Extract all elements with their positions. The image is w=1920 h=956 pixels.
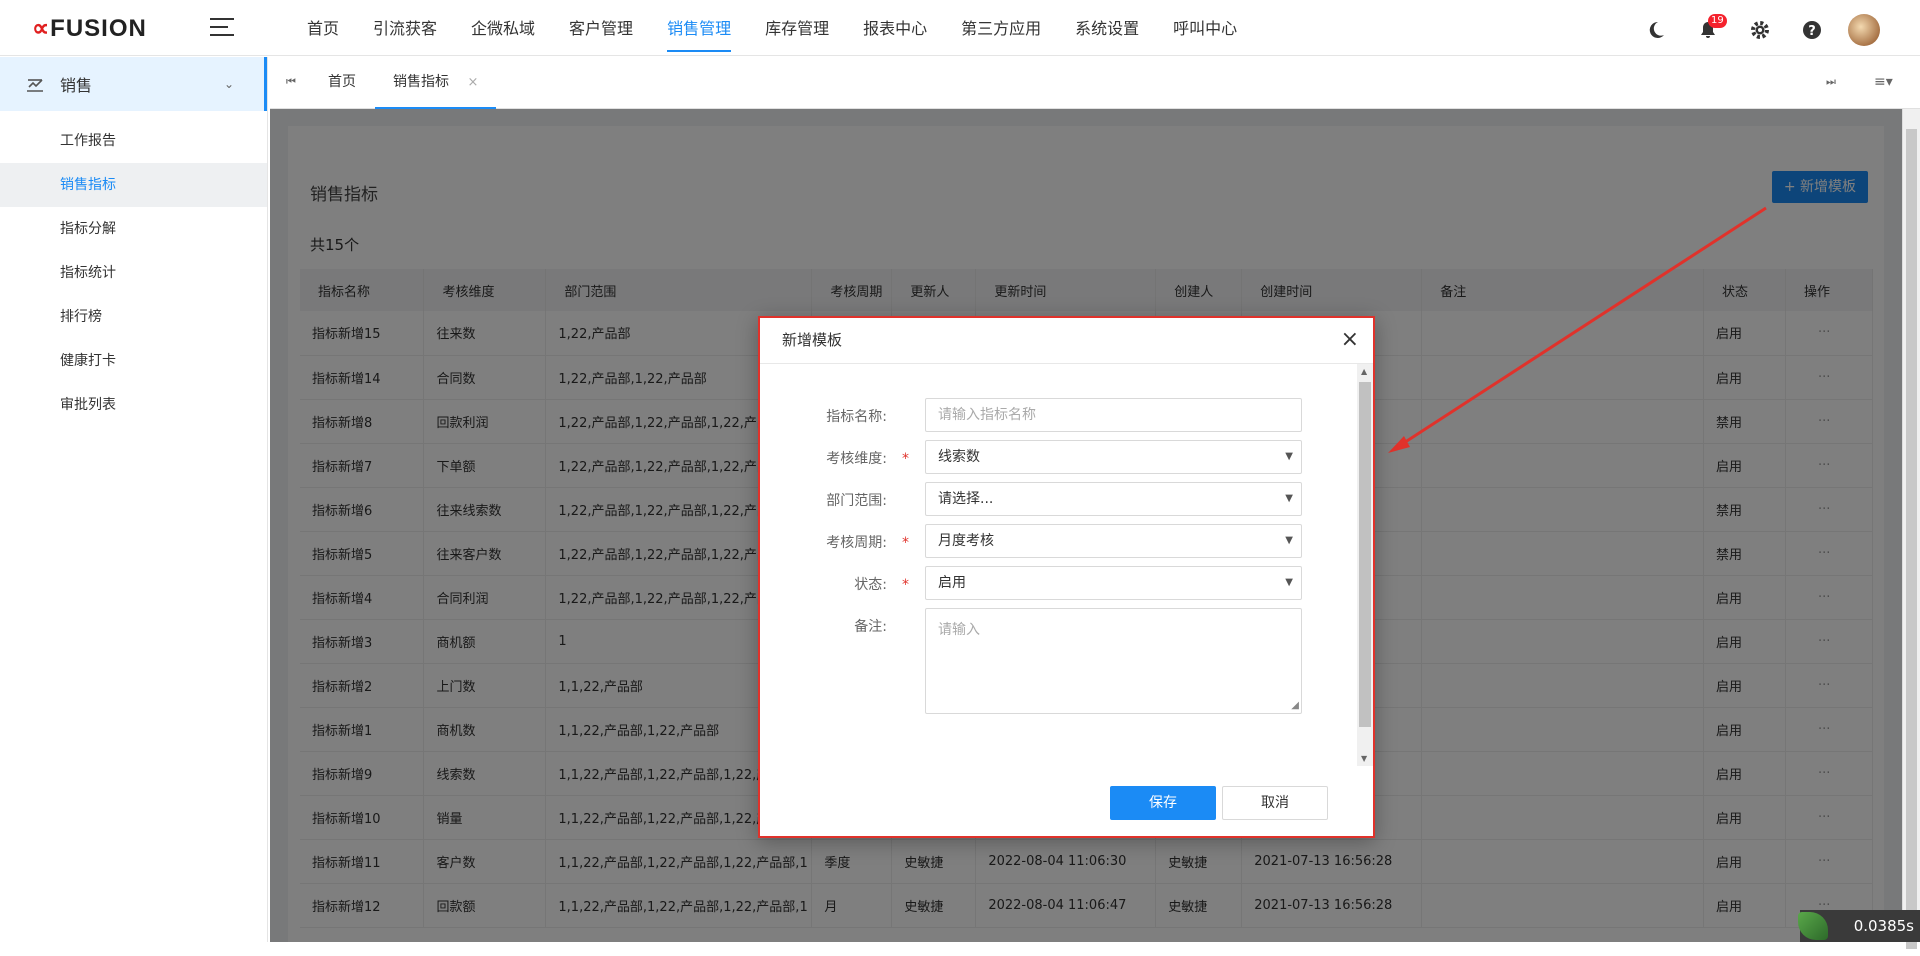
header-actions: 19 ? — [1618, 14, 1880, 46]
close-icon[interactable]: × — [467, 75, 478, 90]
nav-item-call-center[interactable]: 呼叫中心 — [1156, 0, 1254, 56]
svg-text:?: ? — [1808, 24, 1816, 39]
nav-item-third-party[interactable]: 第三方应用 — [944, 0, 1058, 56]
field-department: 部门范围: 请选择... ▼ — [760, 482, 1357, 516]
modal-scrollbar-thumb[interactable] — [1359, 382, 1371, 727]
field-label: 考核周期: — [826, 532, 887, 552]
moon-icon[interactable] — [1642, 16, 1670, 44]
nav-item-customers[interactable]: 客户管理 — [552, 0, 650, 56]
scroll-down-icon[interactable]: ▼ — [1361, 754, 1367, 763]
tabs-first-icon[interactable]: ⏮ — [286, 57, 296, 109]
tab-label: 销售指标 — [393, 74, 449, 90]
period-select[interactable]: 月度考核 ▼ — [925, 524, 1302, 558]
nav-item-reports[interactable]: 报表中心 — [846, 0, 944, 56]
tab-home[interactable]: 首页 — [328, 57, 356, 109]
sidebar-item-work-report[interactable]: 工作报告 — [0, 119, 267, 163]
department-select[interactable]: 请选择... ▼ — [925, 482, 1302, 516]
leaf-icon — [1798, 912, 1828, 940]
modal-footer: 保存 取消 — [760, 766, 1373, 838]
sidebar-item-target-breakdown[interactable]: 指标分解 — [0, 207, 267, 251]
modal-scrollbar[interactable]: ▲ ▼ — [1357, 364, 1373, 766]
caret-down-icon: ▼ — [1285, 567, 1293, 599]
field-status: 状态: * 启用 ▼ — [760, 566, 1357, 600]
tab-sales-targets[interactable]: 销售指标 × — [375, 57, 496, 109]
page-scrollbar[interactable] — [1902, 109, 1920, 942]
sidebar-item-health-checkin[interactable]: 健康打卡 — [0, 339, 267, 383]
sales-section-icon — [26, 76, 44, 92]
status-select[interactable]: 启用 ▼ — [925, 566, 1302, 600]
sidebar-item-sales-targets[interactable]: 销售指标 — [0, 163, 267, 207]
logo-text: FUSION — [50, 15, 147, 42]
perf-indicator: 0.0385s — [1800, 910, 1920, 942]
help-icon[interactable]: ? — [1798, 16, 1826, 44]
required-mark: * — [902, 535, 909, 551]
field-label: 备注: — [854, 616, 887, 636]
remark-placeholder: 请输入 — [938, 622, 980, 638]
target-name-input[interactable]: 请输入指标名称 — [925, 398, 1302, 432]
sidebar: 销售 ⌄ 工作报告 销售指标 指标分解 指标统计 排行榜 健康打卡 审批列表 — [0, 57, 268, 942]
nav-item-home[interactable]: 首页 — [290, 0, 356, 56]
nav-item-acquisition[interactable]: 引流获客 — [356, 0, 454, 56]
nav-item-settings[interactable]: 系统设置 — [1058, 0, 1156, 56]
caret-down-icon: ▼ — [1285, 441, 1293, 473]
menu-toggle-icon[interactable] — [210, 18, 234, 38]
tabs-menu-icon[interactable]: ≡▾ — [1874, 57, 1893, 109]
app-logo[interactable]: ∝FUSION — [32, 14, 147, 43]
caret-down-icon: ▼ — [1285, 483, 1293, 515]
field-remark: 备注: 请输入 ◢ — [760, 608, 1357, 714]
field-label: 指标名称: — [826, 406, 887, 426]
cancel-button[interactable]: 取消 — [1222, 786, 1328, 820]
field-label: 部门范围: — [826, 490, 887, 510]
caret-down-icon: ▼ — [1285, 525, 1293, 557]
field-dimension: 考核维度: * 线索数 ▼ — [760, 440, 1357, 474]
period-value: 月度考核 — [938, 533, 994, 549]
page-scrollbar-thumb[interactable] — [1906, 129, 1917, 949]
field-target-name: 指标名称: 请输入指标名称 — [760, 398, 1357, 432]
remark-textarea[interactable]: 请输入 ◢ — [925, 608, 1302, 714]
resize-handle-icon[interactable]: ◢ — [1291, 700, 1299, 711]
nav-item-inventory[interactable]: 库存管理 — [748, 0, 846, 56]
sidebar-item-approvals[interactable]: 审批列表 — [0, 383, 267, 427]
top-navbar: ∝FUSION 首页 引流获客 企微私域 客户管理 销售管理 库存管理 报表中心… — [0, 0, 1920, 56]
sidebar-section-sales[interactable]: 销售 ⌄ — [0, 57, 267, 111]
tabs-last-icon[interactable]: ⏭ — [1826, 57, 1836, 109]
close-icon[interactable]: × — [1341, 318, 1359, 362]
department-value: 请选择... — [938, 491, 993, 507]
nav-item-private-domain[interactable]: 企微私域 — [454, 0, 552, 56]
field-label: 考核维度: — [826, 448, 887, 468]
gear-icon[interactable] — [1746, 16, 1774, 44]
modal-body: 指标名称: 请输入指标名称 考核维度: * 线索数 ▼ 部门范围: 请选择... ▼… — [760, 364, 1357, 766]
bell-icon[interactable]: 19 — [1694, 16, 1722, 44]
sidebar-item-target-stats[interactable]: 指标统计 — [0, 251, 267, 295]
field-label: 状态: — [854, 574, 887, 594]
logo-mark: ∝ — [32, 15, 50, 42]
dimension-select[interactable]: 线索数 ▼ — [925, 440, 1302, 474]
scroll-up-icon[interactable]: ▲ — [1361, 367, 1367, 376]
modal-header: 新增模板 × — [760, 318, 1373, 364]
sidebar-section-label: 销售 — [60, 72, 92, 96]
chevron-down-icon[interactable]: ⌄ — [224, 77, 234, 91]
save-button[interactable]: 保存 — [1110, 786, 1216, 820]
dimension-value: 线索数 — [938, 449, 980, 465]
sidebar-item-leaderboard[interactable]: 排行榜 — [0, 295, 267, 339]
perf-value: 0.0385s — [1854, 917, 1914, 935]
main-nav: 首页 引流获客 企微私域 客户管理 销售管理 库存管理 报表中心 第三方应用 系… — [290, 0, 1254, 56]
field-period: 考核周期: * 月度考核 ▼ — [760, 524, 1357, 558]
avatar[interactable] — [1848, 14, 1880, 46]
required-mark: * — [902, 577, 909, 593]
notification-badge: 19 — [1708, 14, 1727, 28]
status-value: 启用 — [938, 575, 966, 591]
tab-bar: ⏮ 首页 销售指标 × ⏭ ≡▾ — [270, 57, 1920, 109]
add-template-modal: 新增模板 × 指标名称: 请输入指标名称 考核维度: * 线索数 ▼ 部门范围: … — [758, 316, 1375, 838]
nav-item-sales[interactable]: 销售管理 — [650, 0, 748, 56]
required-mark: * — [902, 451, 909, 467]
modal-title: 新增模板 — [782, 331, 842, 349]
